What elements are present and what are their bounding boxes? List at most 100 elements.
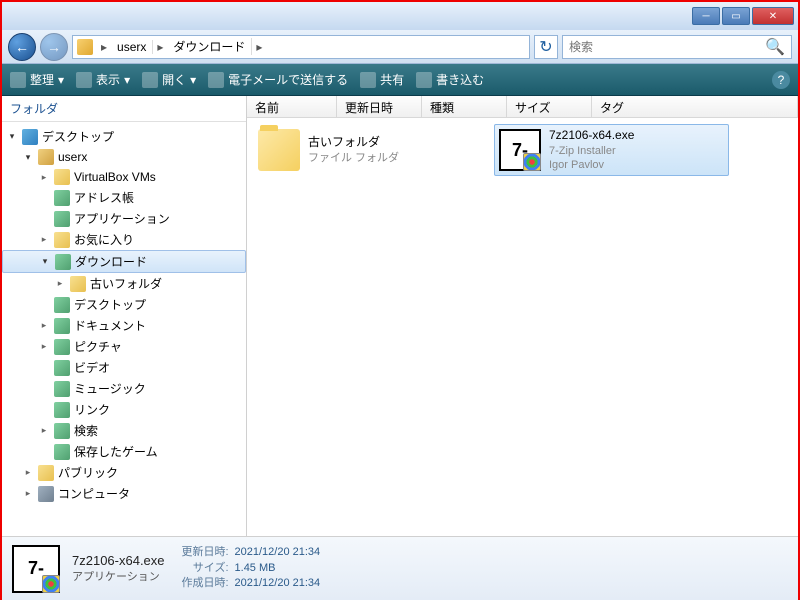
tree-label: 古いフォルダ: [90, 275, 162, 292]
file-name: 7z2106-x64.exe: [549, 128, 634, 144]
search-input[interactable]: [569, 40, 765, 54]
tree-label: userx: [58, 150, 87, 164]
minimize-button[interactable]: ─: [692, 7, 720, 25]
tree-item[interactable]: ▸ 検索: [2, 420, 246, 441]
folder-icon: [54, 423, 70, 439]
titlebar: ─ ▭ ✕: [2, 2, 798, 30]
expand-icon[interactable]: ▸: [54, 278, 66, 289]
tree-item[interactable]: ▸ パブリック: [2, 462, 246, 483]
maximize-button[interactable]: ▭: [722, 7, 750, 25]
help-button[interactable]: ?: [772, 71, 790, 89]
tree-label: デスクトップ: [74, 296, 146, 313]
folder-icon: [22, 129, 38, 145]
folder-icon: [38, 465, 54, 481]
col-type[interactable]: 種類: [422, 96, 507, 117]
tree-label: アドレス帳: [74, 189, 134, 206]
burn-button[interactable]: 書き込む: [416, 71, 484, 88]
chevron-icon[interactable]: ▸: [252, 40, 266, 54]
tree-item[interactable]: ▾ userx: [2, 147, 246, 167]
location-icon: [77, 39, 93, 55]
expand-icon[interactable]: ▸: [38, 425, 50, 436]
content-pane: 名前 更新日時 種類 サイズ タグ 古いフォルダファイル フォルダ7-7z210…: [247, 96, 798, 536]
search-icon[interactable]: 🔍: [765, 37, 785, 57]
tree-label: ダウンロード: [75, 253, 147, 270]
tree-item[interactable]: アドレス帳: [2, 187, 246, 208]
col-tag[interactable]: タグ: [592, 96, 798, 117]
expand-icon[interactable]: ▸: [22, 467, 34, 478]
tree-item[interactable]: ビデオ: [2, 357, 246, 378]
expand-icon[interactable]: ▾: [6, 131, 18, 142]
tree-item[interactable]: ▾ デスクトップ: [2, 126, 246, 147]
tree-label: 検索: [74, 422, 98, 439]
folder-icon: [54, 360, 70, 376]
share-button[interactable]: 共有: [360, 71, 404, 88]
tree-label: ミュージック: [74, 380, 146, 397]
search-box[interactable]: 🔍: [562, 35, 792, 59]
organize-menu[interactable]: 整理 ▾: [10, 71, 64, 88]
tree-item[interactable]: ▸ VirtualBox VMs: [2, 167, 246, 187]
tree-item[interactable]: アプリケーション: [2, 208, 246, 229]
folder-icon: [54, 339, 70, 355]
breadcrumb-seg[interactable]: userx: [111, 40, 153, 54]
tree-label: デスクトップ: [42, 128, 114, 145]
tree-label: ドキュメント: [74, 317, 146, 334]
tree-item[interactable]: ミュージック: [2, 378, 246, 399]
sidebar-header: フォルダ: [2, 96, 246, 122]
view-menu[interactable]: 表示 ▾: [76, 71, 130, 88]
folder-icon: [54, 297, 70, 313]
open-button[interactable]: 開く ▾: [142, 71, 196, 88]
tree-item[interactable]: デスクトップ: [2, 294, 246, 315]
chevron-icon[interactable]: ▸: [97, 40, 111, 54]
tree-item[interactable]: ▾ ダウンロード: [2, 250, 246, 273]
expand-icon[interactable]: ▾: [39, 256, 51, 267]
expand-icon[interactable]: ▸: [38, 172, 50, 183]
expand-icon[interactable]: ▸: [38, 341, 50, 352]
folder-icon: [54, 444, 70, 460]
address-bar[interactable]: ▸ userx ▸ ダウンロード ▸: [72, 35, 530, 59]
tree-label: ビデオ: [74, 359, 110, 376]
tree-item[interactable]: ▸ お気に入り: [2, 229, 246, 250]
details-filename: 7z2106-x64.exe: [72, 553, 165, 568]
close-button[interactable]: ✕: [752, 7, 794, 25]
file-tile[interactable]: 古いフォルダファイル フォルダ: [253, 124, 488, 176]
details-pane: 7- 7z2106-x64.exe アプリケーション 更新日時:2021/12/…: [2, 536, 798, 600]
folder-icon: [54, 211, 70, 227]
folder-icon: [54, 402, 70, 418]
toolbar: 整理 ▾ 表示 ▾ 開く ▾ 電子メールで送信する 共有 書き込む ?: [2, 64, 798, 96]
expand-icon[interactable]: ▾: [22, 152, 34, 163]
refresh-button[interactable]: ↻: [534, 35, 558, 59]
nav-bar: ← → ▸ userx ▸ ダウンロード ▸ ↻ 🔍: [2, 30, 798, 64]
expand-icon[interactable]: ▸: [22, 488, 34, 499]
folder-icon: [54, 232, 70, 248]
file-tile[interactable]: 7-7z2106-x64.exe7-Zip InstallerIgor Pavl…: [494, 124, 729, 176]
explorer-window: ─ ▭ ✕ ← → ▸ userx ▸ ダウンロード ▸ ↻ 🔍 整理 ▾ 表示…: [0, 0, 800, 600]
expand-icon[interactable]: ▸: [38, 234, 50, 245]
tree-item[interactable]: ▸ ドキュメント: [2, 315, 246, 336]
folder-tree: ▾ デスクトップ ▾ userx ▸ VirtualBox VMs アドレス帳アプリケーショ…: [2, 122, 246, 536]
col-size[interactable]: サイズ: [507, 96, 592, 117]
expand-icon[interactable]: ▸: [38, 320, 50, 331]
folder-icon: [55, 254, 71, 270]
tree-item[interactable]: リンク: [2, 399, 246, 420]
details-filetype: アプリケーション: [72, 568, 165, 584]
email-button[interactable]: 電子メールで送信する: [208, 71, 348, 88]
tree-label: VirtualBox VMs: [74, 170, 156, 184]
main-area: フォルダ ▾ デスクトップ ▾ userx ▸ VirtualBox VMs アドレス帳アプ…: [2, 96, 798, 536]
chevron-icon[interactable]: ▸: [153, 40, 167, 54]
col-date[interactable]: 更新日時: [337, 96, 422, 117]
folder-icon: [38, 149, 54, 165]
col-name[interactable]: 名前: [247, 96, 337, 117]
folder-icon: [258, 129, 300, 171]
back-button[interactable]: ←: [8, 33, 36, 61]
breadcrumb-seg[interactable]: ダウンロード: [167, 38, 252, 55]
tree-item[interactable]: 保存したゲーム: [2, 441, 246, 462]
tree-label: パブリック: [58, 464, 118, 481]
tree-label: コンピュータ: [58, 485, 130, 502]
forward-button[interactable]: →: [40, 33, 68, 61]
folder-icon: [38, 486, 54, 502]
details-modified: 2021/12/20 21:34: [235, 545, 321, 560]
tree-item[interactable]: ▸ピクチャ: [2, 336, 246, 357]
tree-item[interactable]: ▸ コンピュータ: [2, 483, 246, 504]
tree-label: お気に入り: [74, 231, 134, 248]
tree-item[interactable]: ▸ 古いフォルダ: [2, 273, 246, 294]
